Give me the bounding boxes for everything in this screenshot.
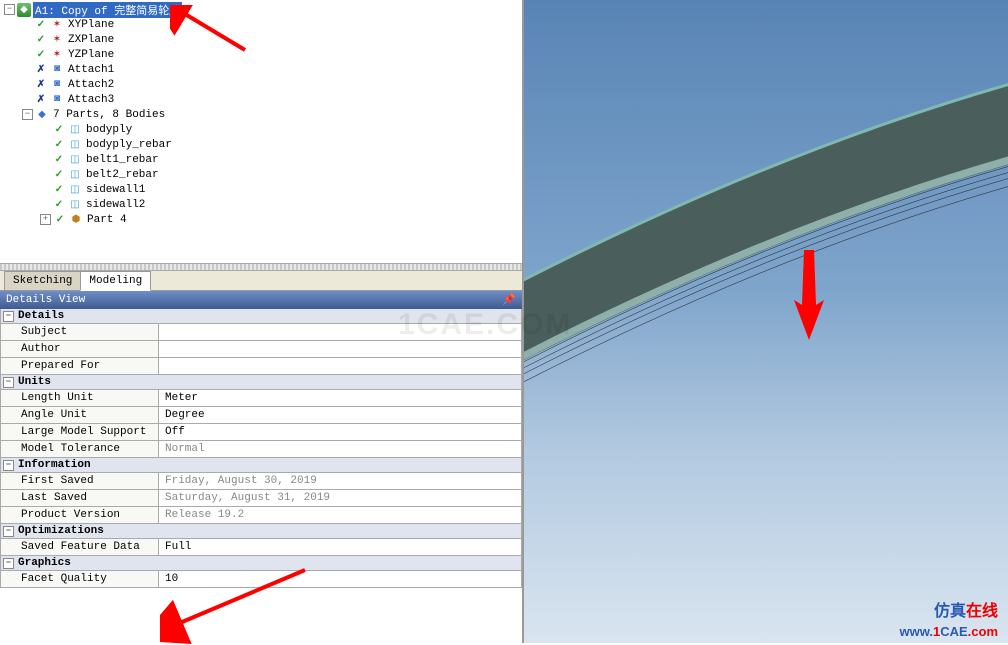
tree-body-belt1-rebar[interactable]: belt1_rebar	[84, 154, 161, 166]
tree-item-xyplane[interactable]: XYPlane	[66, 19, 116, 31]
label-facet-quality: Facet Quality	[1, 571, 159, 587]
expander-icon[interactable]: −	[3, 526, 14, 537]
value-model-tolerance[interactable]: Normal	[159, 441, 521, 457]
dm-icon: ◆	[17, 3, 31, 17]
value-first-saved: Friday, August 30, 2019	[159, 473, 521, 489]
tree-body-bodyply[interactable]: bodyply	[84, 124, 134, 136]
expander-icon[interactable]: +	[40, 214, 51, 225]
check-icon: ✓	[52, 198, 66, 212]
label-subject: Subject	[1, 324, 159, 340]
label-angle-unit: Angle Unit	[1, 407, 159, 423]
expander-icon[interactable]: −	[3, 311, 14, 322]
model-tree: − ◆ A1: Copy of 完整简易轮胎 ✓✶XYPlane ✓✶ZXPla…	[0, 0, 522, 263]
tree-item-attach2[interactable]: Attach2	[66, 79, 116, 91]
geometry-render	[524, 0, 1008, 643]
expander-icon[interactable]: −	[4, 4, 15, 15]
expander-icon[interactable]: −	[3, 377, 14, 388]
label-author: Author	[1, 341, 159, 357]
pin-icon[interactable]: 📌	[502, 293, 516, 307]
body-icon: ◫	[68, 183, 82, 197]
section-units[interactable]: −Units	[0, 374, 522, 390]
section-information[interactable]: −Information	[0, 457, 522, 473]
value-length-unit[interactable]: Meter	[159, 390, 521, 406]
expander-icon[interactable]: −	[3, 460, 14, 471]
value-large-model-support[interactable]: Off	[159, 424, 521, 440]
label-first-saved: First Saved	[1, 473, 159, 489]
tree-body-sidewall2[interactable]: sidewall2	[84, 199, 147, 211]
tabs-bar: Sketching Modeling	[0, 271, 522, 291]
plane-icon: ✶	[50, 33, 64, 47]
watermark-logo: 仿真在线	[934, 597, 998, 621]
check-icon: ✓	[34, 18, 48, 32]
viewport-3d[interactable]	[524, 0, 1008, 643]
details-title: Details View	[6, 294, 85, 306]
section-graphics[interactable]: −Graphics	[0, 555, 522, 571]
check-icon: ✓	[53, 213, 67, 227]
label-product-version: Product Version	[1, 507, 159, 523]
value-angle-unit[interactable]: Degree	[159, 407, 521, 423]
watermark-url: www.1CAE.com	[900, 624, 999, 639]
value-author[interactable]	[159, 341, 521, 357]
details-title-bar: Details View 📌	[0, 291, 522, 309]
label-prepared-for: Prepared For	[1, 358, 159, 374]
expander-icon[interactable]: −	[22, 109, 33, 120]
check-icon: ✓	[52, 138, 66, 152]
x-icon: ✗	[34, 63, 48, 77]
plane-icon: ✶	[50, 48, 64, 62]
tree-body-bodyply-rebar[interactable]: bodyply_rebar	[84, 139, 174, 151]
x-icon: ✗	[34, 78, 48, 92]
tree-item-yzplane[interactable]: YZPlane	[66, 49, 116, 61]
tab-sketching[interactable]: Sketching	[4, 271, 81, 290]
label-model-tolerance: Model Tolerance	[1, 441, 159, 457]
section-optimizations[interactable]: −Optimizations	[0, 523, 522, 539]
tree-root-label[interactable]: A1: Copy of 完整简易轮胎	[33, 2, 182, 18]
attach-icon: ◙	[50, 78, 64, 92]
value-prepared-for[interactable]	[159, 358, 521, 374]
tab-modeling[interactable]: Modeling	[80, 271, 151, 291]
value-saved-feature-data[interactable]: Full	[159, 539, 521, 555]
tree-item-zxplane[interactable]: ZXPlane	[66, 34, 116, 46]
attach-icon: ◙	[50, 63, 64, 77]
multibody-icon: ⬢	[69, 213, 83, 227]
value-last-saved: Saturday, August 31, 2019	[159, 490, 521, 506]
tree-parts-summary[interactable]: 7 Parts, 8 Bodies	[51, 109, 167, 121]
check-icon: ✓	[52, 123, 66, 137]
check-icon: ✓	[34, 33, 48, 47]
plane-icon: ✶	[50, 18, 64, 32]
check-icon: ✓	[52, 168, 66, 182]
tree-body-belt2-rebar[interactable]: belt2_rebar	[84, 169, 161, 181]
label-last-saved: Last Saved	[1, 490, 159, 506]
label-saved-feature-data: Saved Feature Data	[1, 539, 159, 555]
tree-part4[interactable]: Part 4	[85, 214, 129, 226]
body-icon: ◫	[68, 123, 82, 137]
value-facet-quality[interactable]: 10	[159, 571, 521, 587]
parts-icon: ◆	[35, 108, 49, 122]
value-product-version: Release 19.2	[159, 507, 521, 523]
body-icon: ◫	[68, 138, 82, 152]
property-grid: −Details Subject Author Prepared For −Un…	[0, 309, 522, 643]
body-icon: ◫	[68, 168, 82, 182]
body-icon: ◫	[68, 198, 82, 212]
attach-icon: ◙	[50, 93, 64, 107]
check-icon: ✓	[52, 183, 66, 197]
tree-item-attach1[interactable]: Attach1	[66, 64, 116, 76]
watermark-center: 1CAE.COM	[398, 308, 572, 342]
check-icon: ✓	[34, 48, 48, 62]
label-large-model-support: Large Model Support	[1, 424, 159, 440]
tree-item-attach3[interactable]: Attach3	[66, 94, 116, 106]
label-length-unit: Length Unit	[1, 390, 159, 406]
body-icon: ◫	[68, 153, 82, 167]
tree-body-sidewall1[interactable]: sidewall1	[84, 184, 147, 196]
x-icon: ✗	[34, 93, 48, 107]
expander-icon[interactable]: −	[3, 558, 14, 569]
check-icon: ✓	[52, 153, 66, 167]
splitter-handle[interactable]	[0, 263, 522, 271]
